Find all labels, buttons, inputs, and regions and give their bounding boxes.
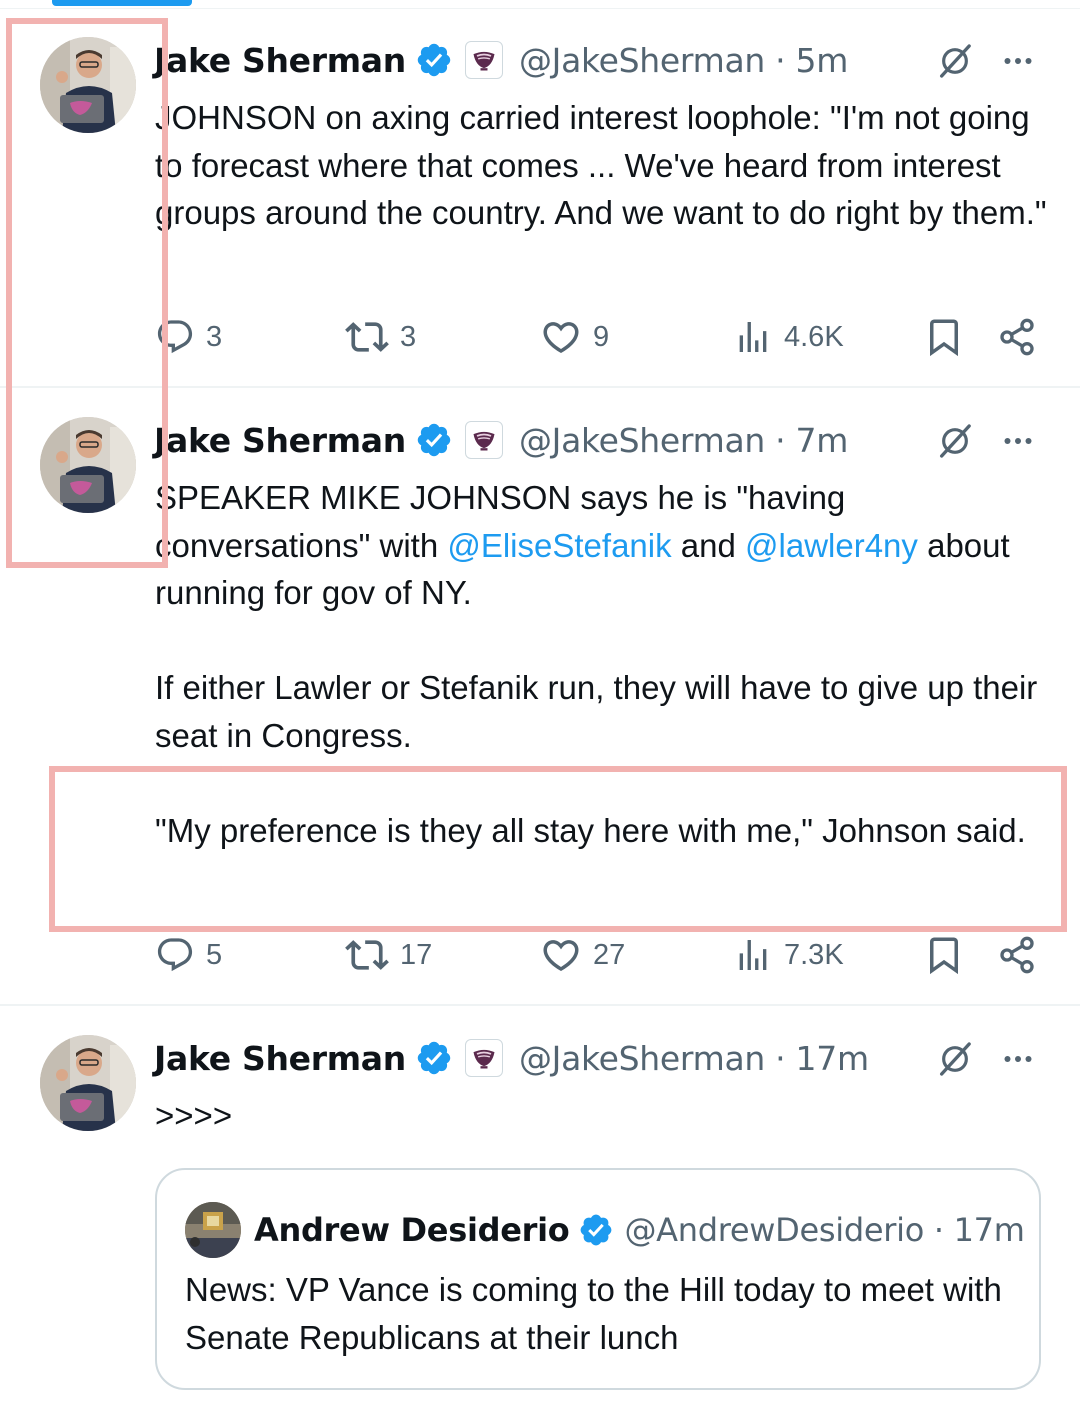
tweet-divider (0, 1004, 1080, 1006)
author-name[interactable]: Jake Sherman (154, 1039, 406, 1078)
views-count: 4.6K (784, 320, 844, 353)
bookmark-icon (923, 316, 965, 358)
reply-count: 5 (206, 938, 223, 971)
repost-icon (345, 315, 389, 359)
reply-button[interactable]: 5 (155, 930, 222, 980)
author-name[interactable]: Jake Sherman (154, 41, 406, 80)
avatar[interactable] (40, 417, 136, 513)
quoted-author-name: Andrew Desiderio (254, 1211, 570, 1249)
tweet-paragraph: >>>> (155, 1097, 233, 1134)
like-icon (540, 316, 582, 358)
views-icon (733, 935, 773, 975)
more-icon[interactable] (996, 416, 1040, 466)
views-icon (733, 317, 773, 357)
share-icon (997, 935, 1037, 975)
text-segment: and (671, 526, 746, 564)
reply-button[interactable]: 3 (155, 312, 222, 362)
action-bar: 5 17 27 7.3K (155, 930, 1045, 980)
author-handle-time[interactable]: @JakeSherman · 5m (519, 41, 848, 80)
tweet-paragraph: JOHNSON on axing carried interest loopho… (155, 99, 1047, 231)
quoted-tweet-text: News: VP Vance is coming to the Hill tod… (185, 1271, 1002, 1356)
share-icon (997, 317, 1037, 357)
affiliate-logo-icon[interactable] (464, 41, 503, 79)
more-icon[interactable] (996, 1034, 1040, 1084)
bookmark-button[interactable] (923, 312, 965, 362)
bookmark-icon (923, 934, 965, 976)
quoted-author-handle-time: @AndrewDesiderio · 17m (624, 1211, 1025, 1249)
tweet-header: Jake Sherman @JakeSherman · 5m (154, 36, 848, 84)
reply-icon (155, 935, 195, 975)
tweet-divider (0, 386, 1080, 388)
avatar[interactable] (40, 37, 136, 133)
avatar-image (40, 417, 136, 513)
like-button[interactable]: 9 (540, 312, 609, 362)
quoted-avatar[interactable] (185, 1202, 241, 1258)
more-icon[interactable] (996, 36, 1040, 86)
action-bar: 3 3 9 4.6K (155, 312, 1045, 362)
tweet-text: JOHNSON on axing carried interest loopho… (155, 94, 1055, 237)
tweet-header: Jake Sherman @JakeSherman · 7m (154, 416, 848, 464)
reply-count: 3 (206, 320, 223, 353)
views-count: 7.3K (784, 938, 844, 971)
like-count: 9 (593, 320, 610, 353)
quoted-tweet-header: Andrew Desiderio @AndrewDesiderio · 17m (185, 1202, 1025, 1258)
mention-link[interactable]: @EliseStefanik (447, 527, 671, 564)
repost-button[interactable]: 3 (345, 312, 416, 362)
avatar-image (40, 37, 136, 133)
active-tab-indicator (52, 0, 192, 6)
verified-badge-icon[interactable] (415, 421, 453, 459)
tweet-paragraph: SPEAKER MIKE JOHNSON says he is "having … (155, 474, 1055, 617)
mention-link[interactable]: @lawler4ny (745, 527, 918, 564)
avatar-image (40, 1035, 136, 1131)
repost-icon (345, 933, 389, 977)
repost-button[interactable]: 17 (345, 930, 432, 980)
share-button[interactable] (997, 312, 1037, 362)
verified-badge-icon[interactable] (415, 41, 453, 79)
top-divider (0, 8, 1080, 9)
author-handle-time[interactable]: @JakeSherman · 17m (519, 1039, 869, 1078)
tweet-paragraph: "My preference is they all stay here wit… (155, 811, 1026, 849)
grok-icon[interactable] (930, 36, 980, 86)
avatar[interactable] (40, 1035, 136, 1131)
like-icon (540, 934, 582, 976)
author-handle-time[interactable]: @JakeSherman · 7m (519, 421, 848, 460)
reply-icon (155, 317, 195, 357)
bookmark-button[interactable] (923, 930, 965, 980)
repost-count: 3 (400, 320, 417, 353)
verified-badge-icon (578, 1212, 614, 1248)
tweet-text: >>>> (155, 1092, 1055, 1140)
grok-icon[interactable] (930, 1034, 980, 1084)
tweet-text: SPEAKER MIKE JOHNSON says he is "having … (155, 474, 1055, 854)
like-button[interactable]: 27 (540, 930, 625, 980)
grok-icon[interactable] (930, 416, 980, 466)
views-button[interactable]: 4.6K (733, 312, 844, 362)
verified-badge-icon[interactable] (415, 1039, 453, 1077)
views-button[interactable]: 7.3K (733, 930, 844, 980)
tweet-header: Jake Sherman @JakeSherman · 17m (154, 1034, 869, 1082)
quoted-tweet-card[interactable]: Andrew Desiderio @AndrewDesiderio · 17m … (155, 1168, 1041, 1390)
tweet-paragraph: If either Lawler or Stefanik run, they w… (155, 669, 1038, 754)
like-count: 27 (593, 938, 626, 971)
share-button[interactable] (997, 930, 1037, 980)
repost-count: 17 (400, 938, 433, 971)
affiliate-logo-icon[interactable] (464, 1039, 503, 1077)
affiliate-logo-icon[interactable] (464, 421, 503, 459)
author-name[interactable]: Jake Sherman (154, 421, 406, 460)
